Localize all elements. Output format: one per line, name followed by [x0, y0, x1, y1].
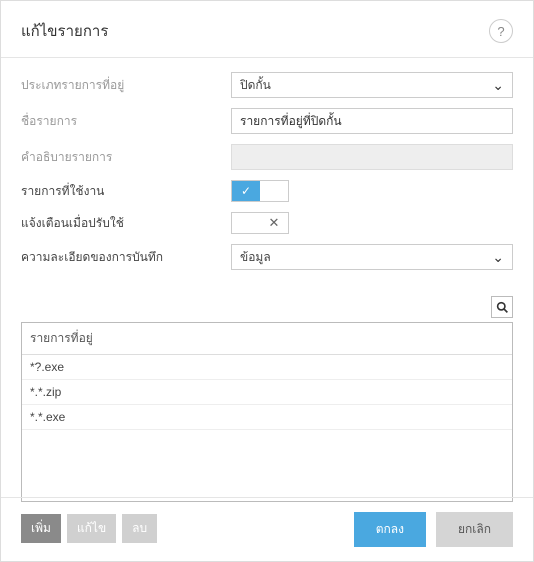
- cancel-button[interactable]: ยกเลิก: [436, 512, 513, 547]
- name-label: ชื่อรายการ: [21, 112, 231, 131]
- list-box: รายการที่อยู่ *?.exe *.*.zip *.*.exe: [21, 322, 513, 502]
- type-value: ปิดกั้น: [240, 76, 271, 95]
- search-button[interactable]: [491, 296, 513, 318]
- used-label: รายการที่ใช้งาน: [21, 182, 231, 201]
- chevron-down-icon: ⌄: [492, 249, 504, 266]
- type-label: ประเภทรายการที่อยู่: [21, 76, 231, 95]
- list-item[interactable]: *.*.zip: [22, 380, 512, 405]
- help-icon[interactable]: ?: [489, 19, 513, 43]
- chevron-down-icon: ⌄: [492, 77, 504, 94]
- desc-label: คำอธิบายรายการ: [21, 148, 231, 167]
- used-toggle[interactable]: ✓: [231, 180, 289, 202]
- severity-select[interactable]: ข้อมูล ⌄: [231, 244, 513, 270]
- notify-toggle[interactable]: ✕: [231, 212, 289, 234]
- name-input[interactable]: [231, 108, 513, 134]
- type-select[interactable]: ปิดกั้น ⌄: [231, 72, 513, 98]
- notify-label: แจ้งเตือนเมื่อปรับใช้: [21, 214, 231, 233]
- search-icon: [496, 301, 509, 314]
- desc-input[interactable]: [231, 144, 513, 170]
- list-item[interactable]: *.*.exe: [22, 405, 512, 430]
- list-header[interactable]: รายการที่อยู่: [22, 323, 512, 355]
- ok-button[interactable]: ตกลง: [354, 512, 426, 547]
- page-title: แก้ไขรายการ: [21, 19, 108, 43]
- check-icon: ✓: [232, 181, 260, 201]
- severity-label: ความละเอียดของการบันทึก: [21, 248, 231, 267]
- list-item[interactable]: *?.exe: [22, 355, 512, 380]
- severity-value: ข้อมูล: [240, 248, 271, 267]
- close-icon: ✕: [260, 213, 288, 233]
